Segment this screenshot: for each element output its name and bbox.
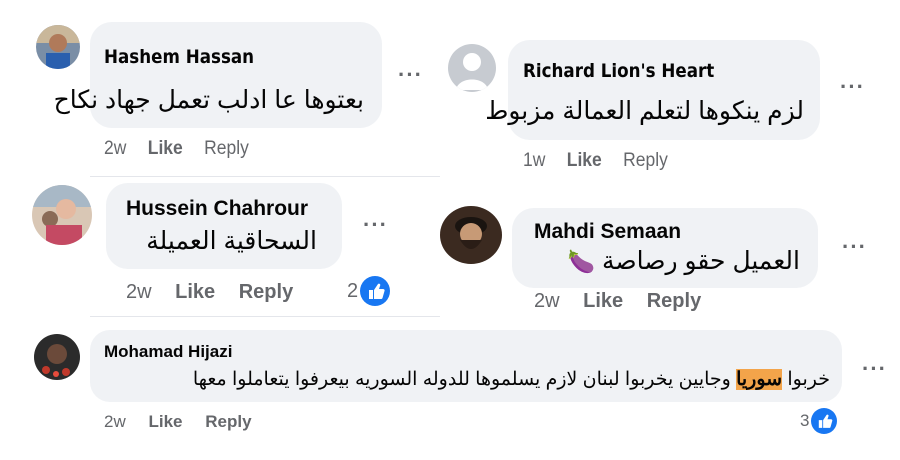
comment-text: لزم ينكوها لتعلم العمالة مزبوط (485, 97, 804, 125)
more-options-icon[interactable]: ··· (363, 212, 388, 238)
comment-text: السحاقية العميلة (146, 227, 317, 255)
comment-actions: 2w Like Reply (126, 281, 311, 304)
reply-button[interactable]: Reply (204, 138, 249, 159)
comment-text: العميل حقو رصاصة (601, 247, 800, 275)
comment-actions: 2w Like Reply (104, 138, 265, 160)
profile-photo-icon (34, 334, 80, 380)
avatar-mahdi-semaan[interactable] (440, 206, 502, 264)
like-button[interactable]: Like (148, 138, 183, 159)
comment-text-start: خربوا (782, 369, 830, 390)
default-profile-icon (448, 44, 496, 92)
profile-photo-icon (36, 25, 80, 69)
like-button[interactable]: Like (148, 412, 182, 431)
commenter-name[interactable]: Hussein Chahrour (126, 197, 308, 221)
more-options-icon[interactable]: ··· (842, 234, 867, 260)
like-reaction-icon (360, 276, 391, 306)
comment-timestamp[interactable]: 2w (534, 290, 560, 312)
reply-button[interactable]: Reply (239, 281, 293, 303)
avatar-hussein-chahrour[interactable] (32, 185, 92, 245)
highlighted-keyword: سوريا (736, 369, 783, 390)
comment-timestamp[interactable]: 2w (126, 281, 152, 303)
commenter-name[interactable]: Richard Lion's Heart (523, 60, 714, 82)
comment-actions: 1w Like Reply (523, 150, 684, 172)
like-button[interactable]: Like (567, 150, 602, 171)
more-options-icon[interactable]: ··· (862, 356, 887, 382)
reaction-count[interactable]: 2 (347, 276, 391, 306)
comment-text: بعتوها عا ادلب تعمل جهاد نكاح (53, 86, 364, 114)
avatar-mohamad-hijazi[interactable] (34, 334, 80, 380)
profile-photo-icon (440, 206, 502, 264)
comment-timestamp[interactable]: 2w (104, 412, 126, 431)
comment-bubble (90, 330, 842, 402)
comment-actions: 2w Like Reply (104, 412, 270, 432)
divider (90, 316, 440, 317)
like-button[interactable]: Like (175, 281, 215, 303)
more-options-icon[interactable]: ··· (398, 62, 423, 88)
commenter-name[interactable]: Mahdi Semaan (534, 220, 681, 244)
reaction-count[interactable]: 3 (800, 408, 838, 434)
reply-button[interactable]: Reply (205, 412, 251, 431)
avatar-richard-lions-heart[interactable] (448, 44, 496, 92)
eggplant-emoji-icon: 🍆 (567, 249, 596, 274)
commenter-name[interactable]: Hashem Hassan (104, 46, 254, 68)
comment-text-row: العميل حقو رصاصة 🍆 (568, 246, 800, 276)
comment-timestamp[interactable]: 2w (104, 138, 126, 159)
comment-actions: 2w Like Reply (534, 290, 719, 313)
comment-timestamp[interactable]: 1w (523, 150, 545, 171)
commenter-name[interactable]: Mohamad Hijazi (104, 342, 232, 362)
like-button[interactable]: Like (583, 290, 623, 312)
more-options-icon[interactable]: ··· (840, 74, 865, 100)
comment-text-rest: وجايين يخربوا لبنان لازم يسلموها للدوله … (192, 369, 737, 390)
profile-photo-icon (32, 185, 92, 245)
reaction-number: 3 (800, 411, 810, 430)
divider (90, 176, 440, 177)
like-reaction-icon (811, 408, 838, 434)
reply-button[interactable]: Reply (623, 150, 668, 171)
reaction-number: 2 (347, 279, 359, 302)
avatar-hashem-hassan[interactable] (36, 25, 80, 69)
comment-text-row: خربوا سوريا وجايين يخربوا لبنان لازم يسل… (193, 368, 830, 391)
reply-button[interactable]: Reply (647, 290, 701, 312)
